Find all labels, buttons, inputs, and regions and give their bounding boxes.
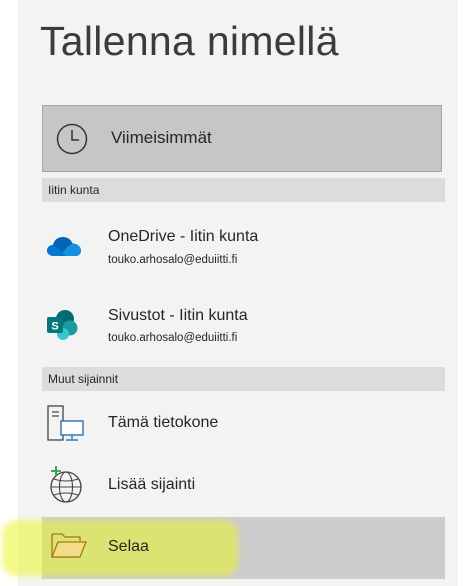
section-header-iitin-kunta: Iitin kunta	[42, 178, 445, 202]
browse-label: Selaa	[108, 538, 149, 555]
onedrive-cloud-icon	[47, 237, 81, 256]
sharepoint-sites-location[interactable]: S Sivustot - Iitin kunta touko.arhosalo@…	[42, 290, 445, 366]
onedrive-location[interactable]: OneDrive - Iitin kunta touko.arhosalo@ed…	[42, 206, 445, 286]
this-pc-name: Tämä tietokone	[108, 414, 219, 431]
svg-text:S: S	[51, 321, 58, 333]
sharepoint-account: touko.arhosalo@eduiitti.fi	[108, 332, 238, 344]
page-title: Tallenna nimellä	[40, 18, 339, 64]
add-place-location[interactable]: Lisää sijainti	[42, 456, 445, 516]
folder-icon	[51, 533, 87, 558]
computer-icon	[47, 405, 84, 441]
add-place-name: Lisää sijainti	[108, 476, 196, 493]
sharepoint-name: Sivustot - Iitin kunta	[108, 307, 248, 324]
onedrive-name: OneDrive - Iitin kunta	[108, 228, 259, 245]
sharepoint-icon: S	[47, 310, 78, 340]
clock-icon	[56, 123, 88, 155]
onedrive-account: touko.arhosalo@eduiitti.fi	[108, 254, 238, 266]
globe-add-icon	[50, 466, 82, 503]
recent-label: Viimeisimmät	[111, 128, 212, 147]
section-header-muut-sijainnit: Muut sijainnit	[42, 367, 445, 391]
this-pc-location[interactable]: Tämä tietokone	[42, 394, 445, 454]
recent-locations-button[interactable]: Viimeisimmät	[42, 105, 442, 172]
